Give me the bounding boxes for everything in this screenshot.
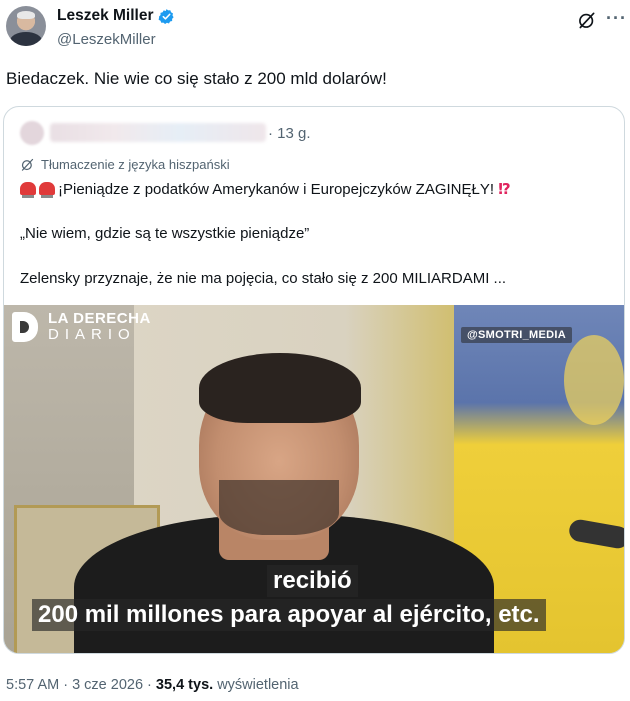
quoted-line-1-text: ¡Pieniądze z podatków Amerykanów i Europ… xyxy=(58,181,499,198)
video-media[interactable]: LA DERECHA DIARIO @SMOTRI_MEDIA recibió … xyxy=(4,305,624,653)
quoted-author-blurred xyxy=(50,123,266,142)
quoted-line-3: Zelensky przyznaje, że nie ma pojęcia, c… xyxy=(20,270,507,287)
quoted-line-2: „Nie wiem, gdzie są te wszystkie pieniąd… xyxy=(20,225,310,242)
subtitle-line-1: recibió xyxy=(267,565,358,597)
media-watermark: @SMOTRI_MEDIA xyxy=(461,327,572,343)
siren-icon xyxy=(39,182,55,198)
interrobang-icon: ⁉ xyxy=(498,181,511,198)
siren-icon xyxy=(20,182,36,198)
tweet-text: Biedaczek. Nie wie co się stało z 200 ml… xyxy=(6,69,387,88)
quoted-avatar-blurred xyxy=(20,121,44,145)
verified-badge-icon xyxy=(158,8,174,24)
subtitle-line-2: 200 mil millones para apoyar al ejército… xyxy=(32,599,546,631)
author-handle[interactable]: @LeszekMiller xyxy=(57,31,156,48)
more-icon[interactable]: ··· xyxy=(606,8,627,29)
tweet-footer: 5:57 AM · 3 cze 2026 · 35,4 tys. wyświet… xyxy=(6,677,299,693)
translation-text: Tłumaczenie z języka hiszpański xyxy=(41,157,230,172)
logo-line-1: LA DERECHA xyxy=(48,310,151,327)
tweet: Leszek Miller @LeszekMiller ··· Biedacze… xyxy=(0,0,630,701)
views-count: 35,4 tys. xyxy=(155,677,214,693)
quoted-line-1: ¡Pieniądze z podatków Amerykanów i Europ… xyxy=(20,180,511,198)
display-name[interactable]: Leszek Miller xyxy=(57,7,154,25)
quoted-tweet[interactable]: · 13 g. Tłumaczenie z języka hiszpański … xyxy=(3,106,625,654)
logo-line-2: DIARIO xyxy=(48,326,136,343)
translate-icon xyxy=(21,158,34,171)
author-name-row: Leszek Miller xyxy=(57,7,175,25)
translation-label: Tłumaczenie z języka hiszpański xyxy=(20,157,230,172)
views-label: wyświetlenia xyxy=(213,677,299,693)
quoted-time: · 13 g. xyxy=(268,125,311,142)
logo-d-icon xyxy=(12,312,38,342)
channel-logo: LA DERECHA DIARIO xyxy=(12,311,151,343)
timestamp[interactable]: 5:57 AM · 3 cze 2026 · xyxy=(6,677,156,693)
grok-icon[interactable] xyxy=(577,10,597,30)
avatar[interactable] xyxy=(6,6,46,46)
